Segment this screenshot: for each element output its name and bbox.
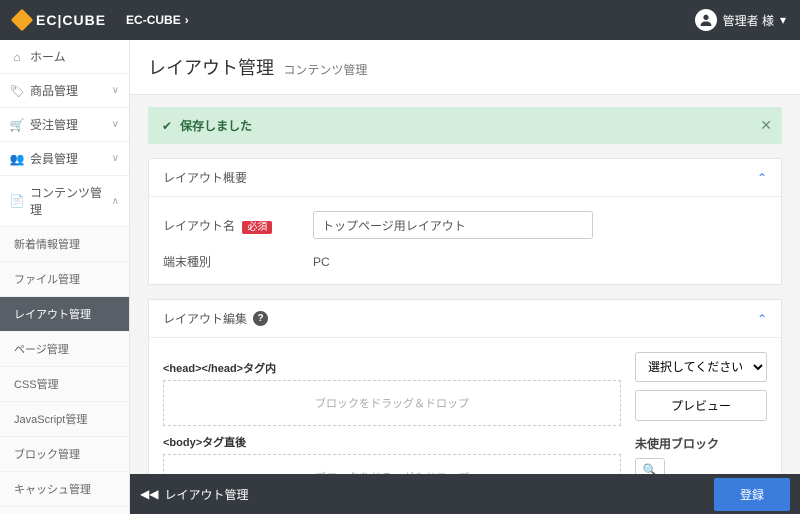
zone-title: <body>タグ直後 (163, 434, 621, 450)
nav-item-受注管理[interactable]: 🛒受注管理∨ (0, 108, 129, 142)
chevron-down-icon: ▾ (780, 13, 786, 27)
chevron-icon: ∨ (112, 153, 119, 164)
sidebar-item-レイアウト管理[interactable]: レイアウト管理 (0, 297, 129, 332)
device-label: 端末種別 (163, 253, 313, 270)
sidebar-item-ブロック管理[interactable]: ブロック管理 (0, 437, 129, 472)
unused-blocks-title: 未使用ブロック (635, 435, 767, 452)
layout-name-label: レイアウト名 必須 (163, 217, 313, 234)
page-subtitle: コンテンツ管理 (283, 63, 367, 77)
sidebar-item-ファイル管理[interactable]: ファイル管理 (0, 262, 129, 297)
sidebar: ⌂ホーム🏷商品管理∨🛒受注管理∨👥会員管理∨📄コンテンツ管理∧ 新着情報管理ファ… (0, 40, 130, 514)
brand-text: EC|CUBE (36, 12, 106, 28)
collapse-icon[interactable]: ⌃ (757, 312, 767, 326)
preview-button[interactable]: プレビュー (635, 390, 767, 421)
page-header: レイアウト管理 コンテンツ管理 (130, 40, 800, 95)
user-menu[interactable]: 管理者 様 ▾ (695, 9, 786, 31)
dropzone[interactable]: ブロックをドラッグ＆ドロップ (163, 380, 621, 426)
nav-item-会員管理[interactable]: 👥会員管理∨ (0, 142, 129, 176)
main: レイアウト管理 コンテンツ管理 ✔ 保存しました ✕ レイアウト概要 ⌃ レイア… (130, 40, 800, 514)
topbar: EC|CUBE EC-CUBE › 管理者 様 ▾ (0, 0, 800, 40)
chevron-icon: ∧ (112, 196, 119, 207)
users-icon: 👥 (10, 152, 24, 166)
cube-icon (11, 9, 34, 32)
alert-close-button[interactable]: ✕ (760, 117, 772, 134)
overview-card-head[interactable]: レイアウト概要 ⌃ (149, 159, 781, 197)
chevron-left-icon: ◀◀ (140, 487, 158, 501)
device-value: PC (313, 255, 330, 269)
user-name: 管理者 様 (723, 12, 774, 29)
nav-item-コンテンツ管理[interactable]: 📄コンテンツ管理∧ (0, 176, 129, 227)
register-button[interactable]: 登録 (714, 478, 790, 511)
site-name: EC-CUBE (126, 13, 181, 27)
chevron-right-icon: › (185, 13, 189, 27)
nav-item-ホーム[interactable]: ⌂ホーム (0, 40, 129, 74)
collapse-icon[interactable]: ⌃ (757, 171, 767, 185)
sidebar-item-新着情報管理[interactable]: 新着情報管理 (0, 227, 129, 262)
editor-card-head[interactable]: レイアウト編集 ? ⌃ (149, 300, 781, 338)
sidebar-item-ページ管理[interactable]: ページ管理 (0, 332, 129, 367)
sidebar-item-JavaScript管理[interactable]: JavaScript管理 (0, 402, 129, 437)
page-title: レイアウト管理 (148, 58, 274, 78)
avatar-icon (695, 9, 717, 31)
breadcrumb-text: レイアウト管理 (164, 486, 248, 503)
check-icon: ✔ (162, 119, 172, 133)
sidebar-item-メンテナンス管理[interactable]: メンテナンス管理 (0, 507, 129, 514)
layout-name-input[interactable] (313, 211, 593, 239)
zone-title: <head></head>タグ内 (163, 360, 621, 376)
breadcrumb[interactable]: ◀◀ レイアウト管理 (140, 486, 248, 503)
layout-select[interactable]: 選択してください (635, 352, 767, 382)
tag-icon: 🏷 (10, 84, 24, 98)
required-badge: 必須 (242, 221, 272, 234)
help-icon[interactable]: ? (253, 311, 268, 326)
chevron-icon: ∨ (112, 119, 119, 130)
brand-logo[interactable]: EC|CUBE (14, 12, 106, 28)
site-link[interactable]: EC-CUBE › (126, 13, 189, 27)
nav-item-商品管理[interactable]: 🏷商品管理∨ (0, 74, 129, 108)
chevron-icon: ∨ (112, 85, 119, 96)
overview-card: レイアウト概要 ⌃ レイアウト名 必須 端末種別 (148, 158, 782, 285)
sidebar-item-CSS管理[interactable]: CSS管理 (0, 367, 129, 402)
bottom-bar: ◀◀ レイアウト管理 登録 (130, 474, 800, 514)
overview-title: レイアウト概要 (163, 169, 247, 186)
editor-title: レイアウト編集 (163, 310, 247, 327)
doc-icon: 📄 (10, 194, 24, 208)
home-icon: ⌂ (10, 50, 24, 64)
sidebar-item-キャッシュ管理[interactable]: キャッシュ管理 (0, 472, 129, 507)
alert-success: ✔ 保存しました ✕ (148, 107, 782, 144)
alert-text: 保存しました (180, 117, 252, 134)
cart-icon: 🛒 (10, 118, 24, 132)
